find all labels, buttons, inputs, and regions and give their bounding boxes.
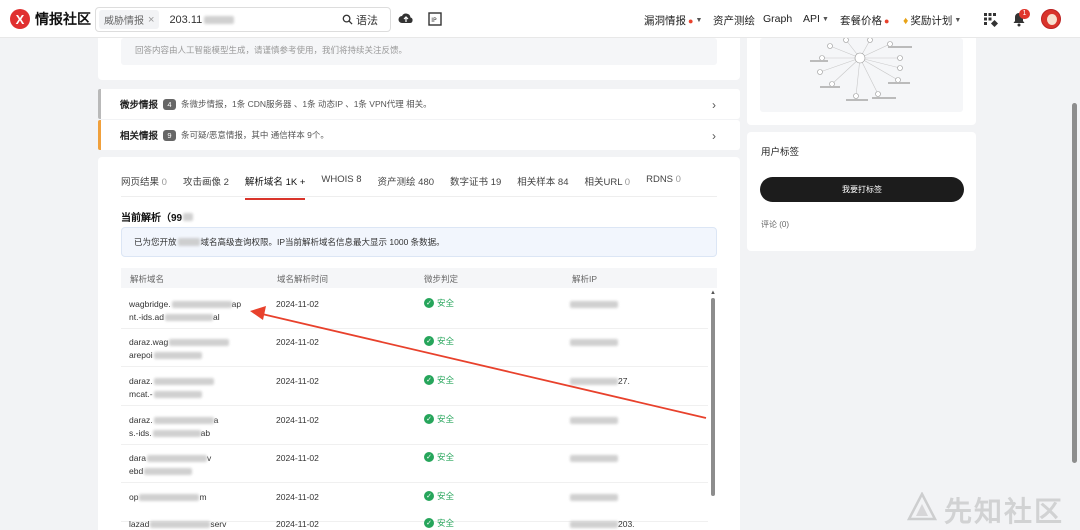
annotation-arrow <box>250 306 707 419</box>
watermark-shield-icon <box>906 492 938 521</box>
watermark-text: 先知社区 <box>944 496 1065 527</box>
